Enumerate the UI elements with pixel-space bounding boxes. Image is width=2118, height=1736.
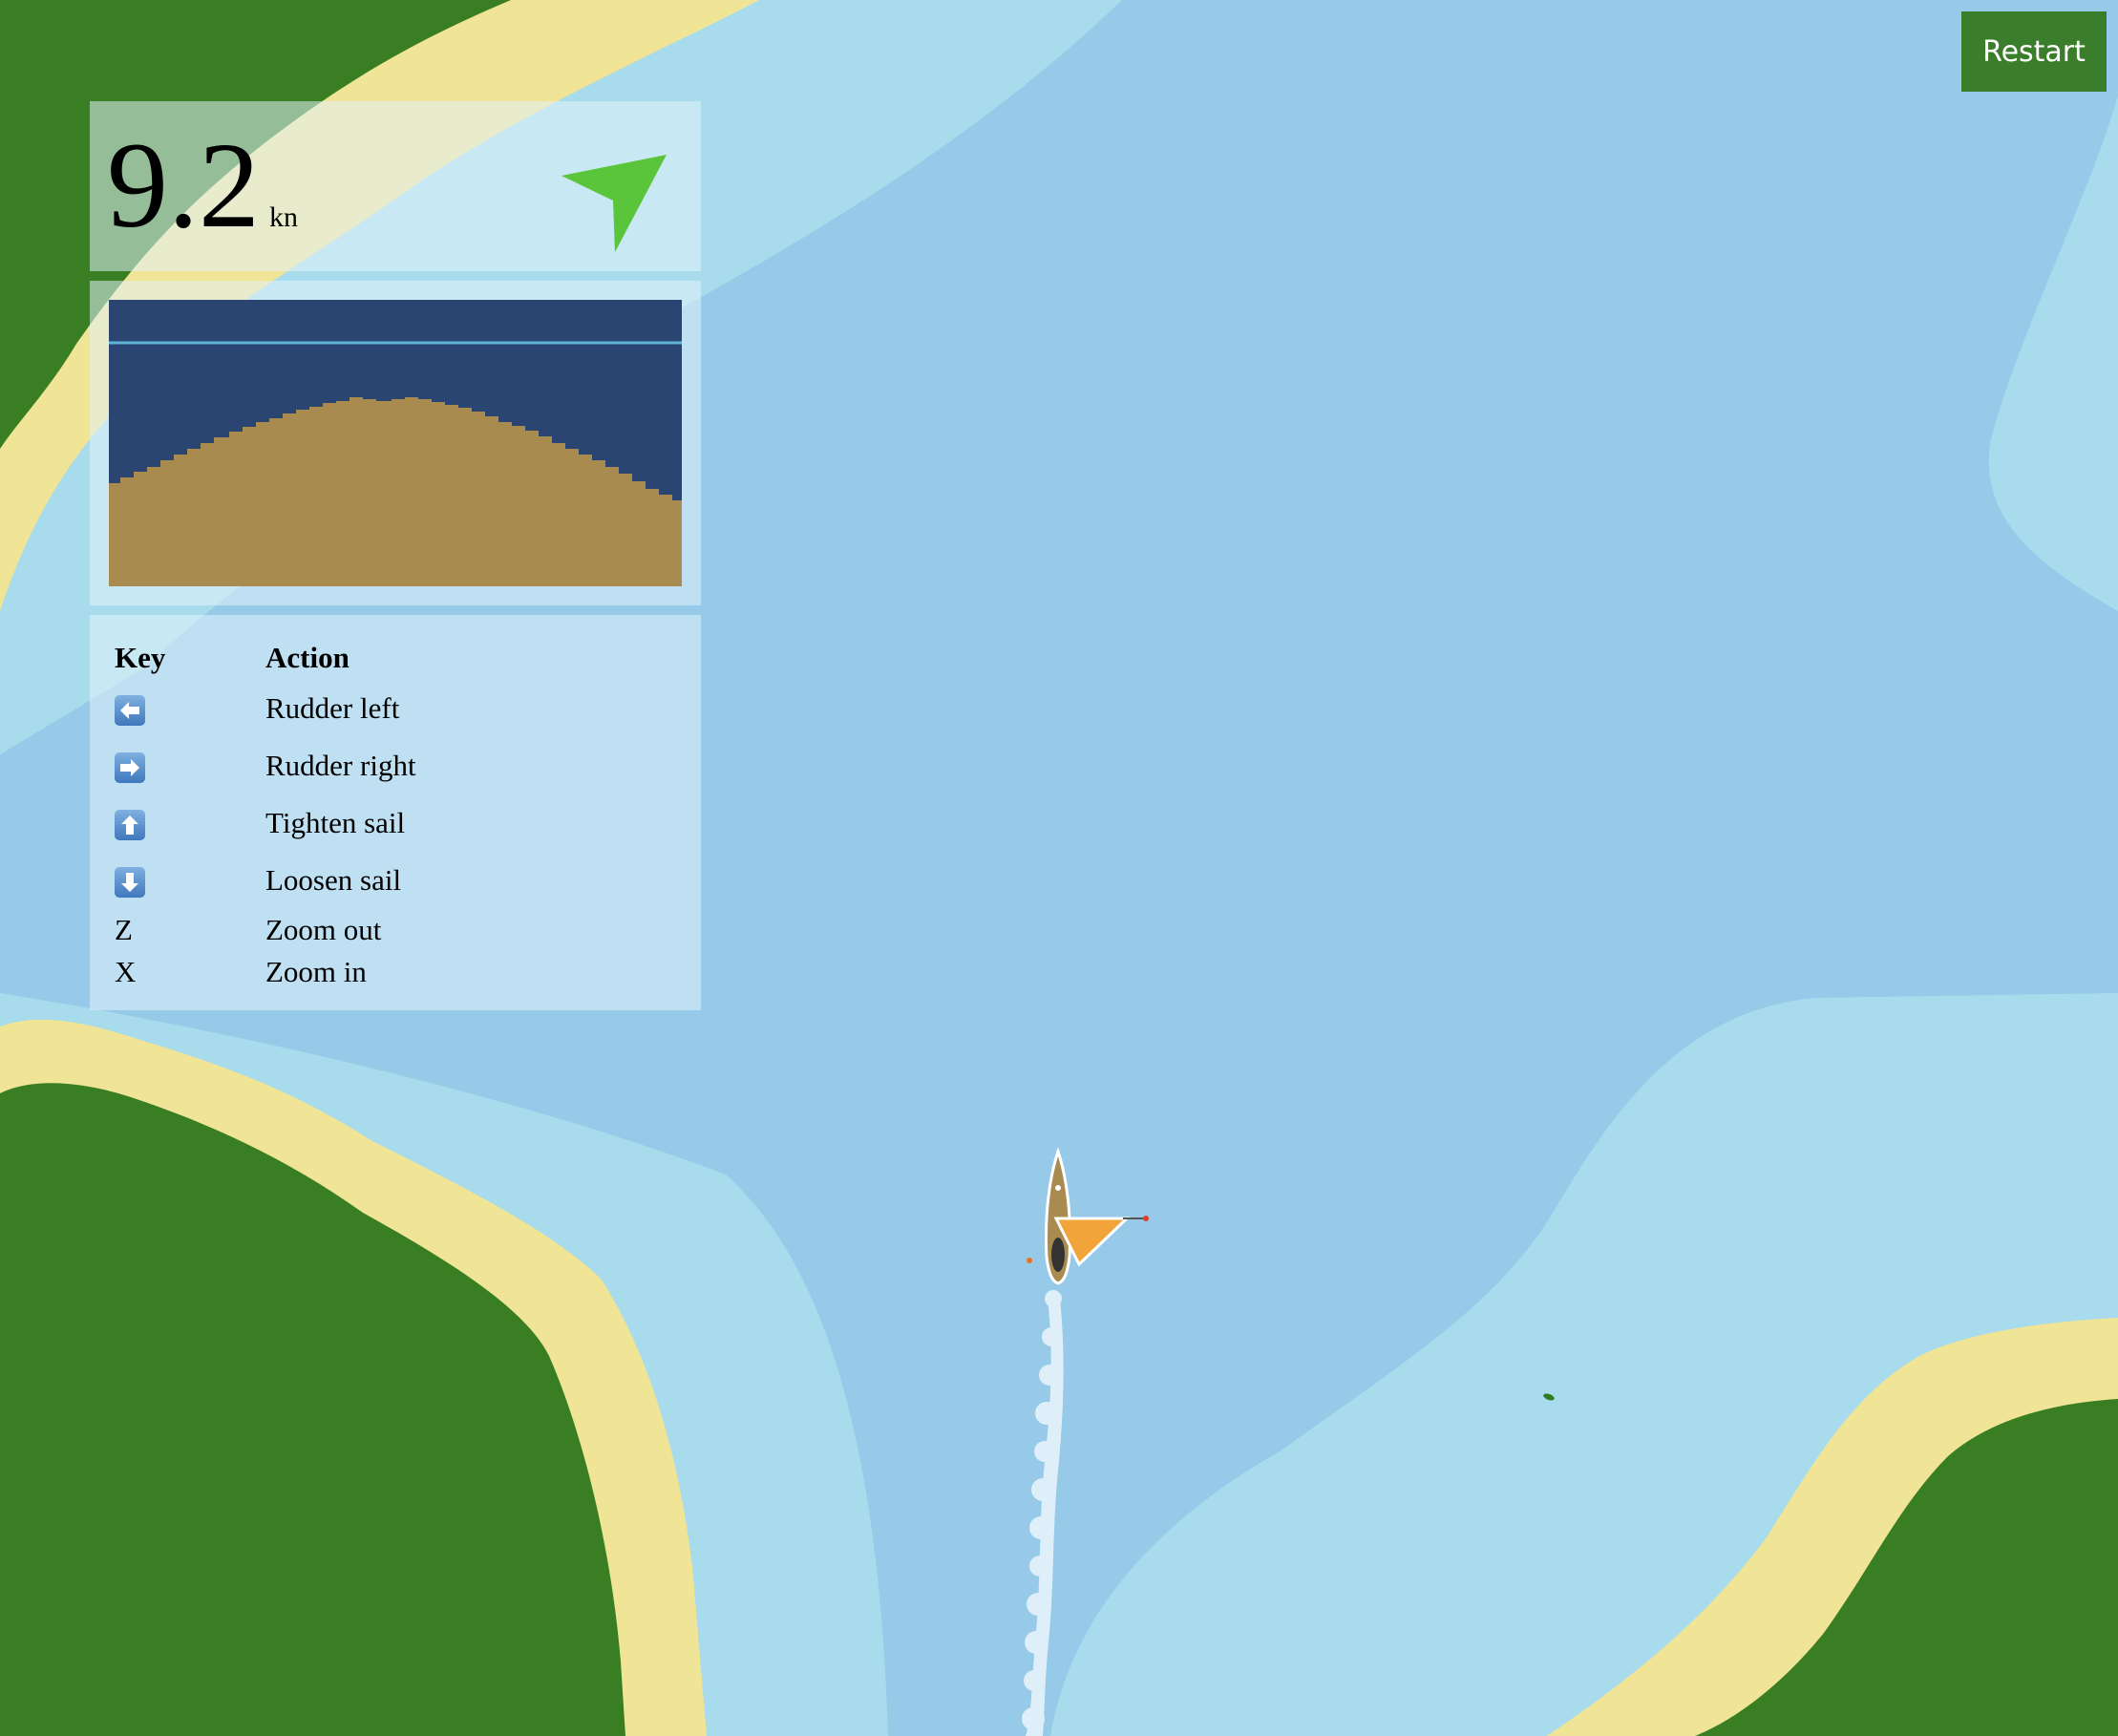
key-column-header: Key: [115, 641, 166, 674]
key-label: Z: [115, 913, 133, 946]
control-row: Z Zoom out: [115, 909, 416, 951]
right-arrow-key-icon: [115, 752, 145, 784]
wind-direction-arrow-icon: [561, 155, 667, 252]
action-label: Rudder left: [265, 691, 400, 725]
speed-readout: 9.2 kn: [107, 118, 298, 285]
speed-unit: kn: [269, 201, 298, 233]
tiller-marker: [1027, 1258, 1032, 1263]
depth-sounder-panel: [90, 281, 701, 605]
boat-cockpit: [1051, 1238, 1065, 1272]
boat-mast: [1055, 1185, 1061, 1191]
controls-table: Key Action Rudder left Rudder right Tigh…: [115, 636, 416, 993]
control-row: Loosen sail: [115, 852, 416, 909]
boat-boom-tip: [1143, 1216, 1149, 1221]
left-arrow-key-icon: [115, 695, 145, 727]
control-row: Tighten sail: [115, 794, 416, 852]
action-column-header: Action: [265, 641, 349, 674]
action-label: Rudder right: [265, 749, 416, 782]
key-label: X: [115, 955, 137, 988]
action-label: Tighten sail: [265, 806, 406, 839]
action-label: Zoom in: [265, 955, 367, 988]
action-label: Loosen sail: [265, 863, 402, 897]
speed-value: 9.2: [107, 117, 260, 253]
control-row: Rudder right: [115, 737, 416, 794]
controls-panel: Key Action Rudder left Rudder right Tigh…: [90, 615, 701, 1010]
control-row: Rudder left: [115, 680, 416, 737]
speed-panel: 9.2 kn: [90, 101, 701, 271]
restart-button[interactable]: Restart: [1961, 11, 2107, 92]
game-stage: 9.2 kn Key Action Rudder left Rudder rig…: [0, 0, 2118, 1736]
depth-sounder-display: [109, 300, 682, 586]
control-row: X Zoom in: [115, 951, 416, 993]
action-label: Zoom out: [265, 913, 382, 946]
up-arrow-key-icon: [115, 810, 145, 841]
down-arrow-key-icon: [115, 867, 145, 899]
